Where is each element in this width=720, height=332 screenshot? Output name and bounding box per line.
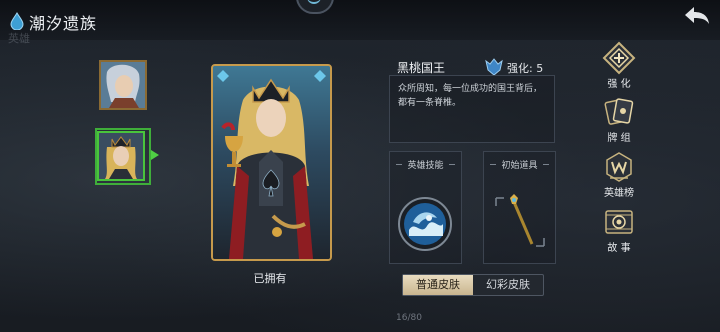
starting-item-panel[interactable]: 初始道具 <box>483 151 556 264</box>
hero-page-counter: 16/80 <box>396 313 422 323</box>
menu-deck-label: 牌 组 <box>607 133 631 144</box>
menu-enhance-label: 强 化 <box>607 79 631 90</box>
back-arrow-icon[interactable] <box>682 4 712 28</box>
enhance-level: 强化: 5 <box>507 62 544 75</box>
hero-skill-title: 英雄技能 <box>390 158 461 171</box>
owned-status: 已拥有 <box>253 272 287 285</box>
page-title: 潮汐遗族 <box>29 14 98 33</box>
hero-thumb-silver[interactable] <box>99 60 147 110</box>
menu-enhance[interactable]: 强 化 <box>594 41 644 91</box>
hero-ranking-icon <box>606 152 632 182</box>
story-scroll-icon <box>605 210 633 234</box>
hero-thumb-spade-king[interactable] <box>97 131 145 181</box>
deck-cards-icon <box>604 98 634 125</box>
starting-item-title: 初始道具 <box>484 158 555 171</box>
description-box: 众所周知，每一位成功的国王背后，都有一条脊椎。 <box>389 75 555 143</box>
background-hero-label: 英雄 <box>8 32 30 45</box>
spade-king-portrait <box>99 133 143 179</box>
hero-card-art <box>213 66 330 259</box>
menu-ranking[interactable]: 英雄榜 <box>594 150 644 200</box>
hero-skill-panel[interactable]: 英雄技能 <box>389 151 462 264</box>
top-bar <box>0 0 720 40</box>
hero-description: 众所周知，每一位成功的国王背后，都有一条脊椎。 <box>398 84 543 108</box>
silver-hero-portrait <box>101 62 145 108</box>
menu-ranking-label: 英雄榜 <box>604 188 634 199</box>
hero-skill-icon[interactable] <box>397 196 453 252</box>
menu-story-label: 故 事 <box>607 243 631 254</box>
water-drop-icon <box>10 12 24 30</box>
scepter-item-icon[interactable] <box>492 192 548 252</box>
selected-arrow-icon <box>151 150 159 160</box>
normal-skin-button[interactable]: 普通皮肤 <box>403 275 473 295</box>
hero-name: 黑桃国王 <box>397 61 446 75</box>
menu-story[interactable]: 故 事 <box>594 205 644 255</box>
enhance-crest-icon <box>485 58 503 76</box>
hero-card[interactable] <box>211 64 332 261</box>
enhance-icon <box>602 41 636 75</box>
menu-deck[interactable]: 牌 组 <box>594 95 644 145</box>
skin-toggle: 普通皮肤 幻彩皮肤 <box>402 274 544 296</box>
color-skin-button[interactable]: 幻彩皮肤 <box>475 275 541 295</box>
